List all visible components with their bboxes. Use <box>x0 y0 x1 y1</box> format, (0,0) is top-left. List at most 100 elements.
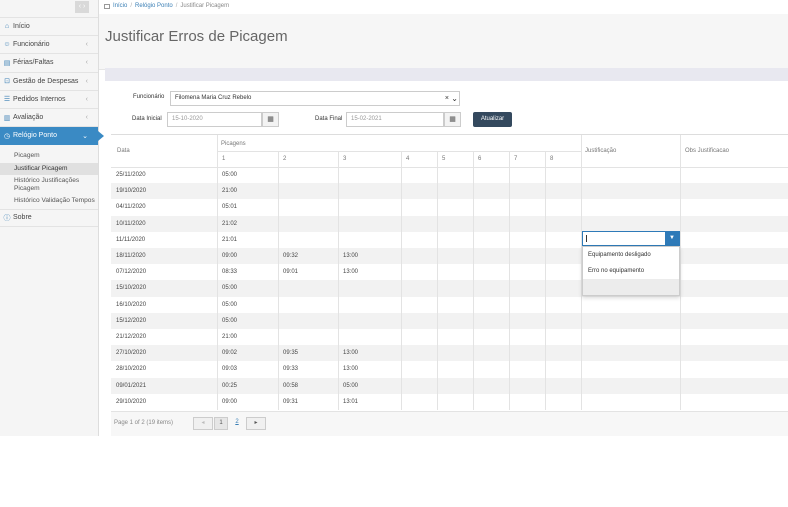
atualizar-button[interactable]: Atualizar <box>473 112 512 127</box>
pager-prev-button[interactable]: ◂ <box>193 417 213 430</box>
data-final-input[interactable]: 15-02-2021 <box>346 112 444 127</box>
pager-next-button[interactable]: ▸ <box>246 417 266 430</box>
cell-picagem[interactable]: 21:02 <box>217 216 278 232</box>
calendar-icon[interactable]: ▦ <box>262 112 279 127</box>
cell-picagem[interactable]: 13:00 <box>338 264 401 280</box>
cell-picagem[interactable]: 05:00 <box>217 280 278 296</box>
table-row[interactable]: 21/12/2020 21:00 <box>111 329 788 345</box>
header-obs[interactable]: Obs Justificacao <box>685 148 729 154</box>
chevron-down-icon[interactable]: ▼ <box>665 232 679 245</box>
header-data[interactable]: Data <box>117 148 130 154</box>
cell-picagem[interactable] <box>278 329 338 345</box>
table-row[interactable]: 16/10/2020 05:00 <box>111 297 788 313</box>
sidebar-item-gestao-despesas[interactable]: ⊡ Gestão de Despesas ‹ <box>0 73 98 91</box>
table-row[interactable]: 29/10/2020 09:00 09:31 13:01 <box>111 394 788 410</box>
cell-picagem[interactable]: 00:25 <box>217 378 278 394</box>
cell-picagem[interactable]: 09:01 <box>278 264 338 280</box>
table-row[interactable]: 28/10/2020 09:03 09:33 13:00 <box>111 361 788 377</box>
clear-icon[interactable]: × <box>445 92 449 105</box>
cell-picagem[interactable] <box>338 329 401 345</box>
pager-page-2[interactable]: 2 <box>231 417 243 430</box>
table-row[interactable]: 09/01/2021 00:25 00:58 05:00 <box>111 377 788 394</box>
data-inicial-input[interactable]: 15-10-2020 <box>167 112 262 127</box>
cell-date: 21/12/2020 <box>116 334 147 340</box>
cell-picagem[interactable] <box>278 167 338 183</box>
cell-picagem[interactable] <box>278 280 338 296</box>
table-row[interactable]: 15/12/2020 05:00 <box>111 312 788 329</box>
cell-picagem[interactable]: 09:00 <box>217 394 278 410</box>
table-row[interactable]: 27/10/2020 09:02 09:35 13:00 <box>111 345 788 362</box>
sidebar-item-ferias-faltas[interactable]: ▤ Férias/Faltas ‹ <box>0 54 98 73</box>
cell-picagem[interactable]: 05:01 <box>217 199 278 215</box>
cell-picagem[interactable]: 05:00 <box>217 313 278 329</box>
funcionario-select[interactable]: Filomena Maria Cruz Rebelo × ⌄ <box>170 91 460 106</box>
dropdown-option-erro-equipamento[interactable]: Erro no equipamento <box>583 263 679 279</box>
sidebar-collapse-button[interactable]: ‹ › <box>75 1 89 13</box>
table-row[interactable]: 07/12/2020 08:33 09:01 13:00 <box>111 264 788 280</box>
cell-picagem[interactable]: 09:02 <box>217 345 278 361</box>
table-row[interactable]: 10/11/2020 21:02 <box>111 215 788 232</box>
dropdown-option-empty[interactable] <box>583 279 679 295</box>
cell-picagem[interactable] <box>278 297 338 313</box>
sidebar-item-avaliacao[interactable]: ▥ Avaliação ‹ <box>0 109 98 128</box>
dropdown-option-equipamento-desligado[interactable]: Equipamento desligado <box>583 247 679 263</box>
cell-picagem[interactable]: 09:32 <box>278 248 338 264</box>
cell-picagem[interactable]: 13:01 <box>338 394 401 410</box>
cell-picagem[interactable] <box>338 280 401 296</box>
cell-picagem[interactable] <box>278 216 338 232</box>
home-icon: ⌂ <box>4 23 10 31</box>
cell-picagem[interactable] <box>278 183 338 199</box>
cell-picagem[interactable]: 13:00 <box>338 345 401 361</box>
clock-icon: ◷ <box>3 132 11 140</box>
table-row[interactable]: 04/11/2020 05:01 <box>111 199 788 215</box>
picagem-subheader: 4 <box>406 156 410 162</box>
table-row[interactable]: 18/11/2020 09:00 09:32 13:00 <box>111 248 788 265</box>
cell-picagem[interactable]: 08:33 <box>217 264 278 280</box>
cell-picagem[interactable]: 05:00 <box>217 167 278 183</box>
cell-picagem[interactable]: 05:00 <box>338 378 401 394</box>
submenu-item-historico-validacao[interactable]: Histórico Validação Tempos <box>0 195 98 208</box>
cell-picagem[interactable]: 09:00 <box>217 248 278 264</box>
table-row[interactable]: 25/11/2020 05:00 <box>111 167 788 183</box>
cell-picagem[interactable]: 13:00 <box>338 248 401 264</box>
header-justificacao[interactable]: Justificação <box>585 148 616 154</box>
cell-picagem[interactable] <box>338 167 401 183</box>
cell-picagem[interactable]: 13:00 <box>338 361 401 377</box>
breadcrumb-inicio[interactable]: Início <box>113 3 127 9</box>
sidebar-item-pedidos-internos[interactable]: ☰ Pedidos Internos ‹ <box>0 91 98 109</box>
sidebar-item-relogio-ponto[interactable]: ◷ Relógio Ponto ⌄ <box>0 127 104 146</box>
cell-picagem[interactable]: 21:01 <box>217 232 278 248</box>
table-row[interactable]: 15/10/2020 05:00 <box>111 280 788 297</box>
cell-picagem[interactable] <box>278 232 338 248</box>
sidebar-item-sobre[interactable]: ⓘ Sobre <box>0 208 98 227</box>
cell-picagem[interactable]: 21:00 <box>217 329 278 345</box>
pager-page-1[interactable]: 1 <box>214 417 228 430</box>
sidebar-item-funcionario[interactable]: ☺ Funcionário ‹ <box>0 36 98 55</box>
sidebar-item-inicio[interactable]: ⌂ Início <box>0 18 98 37</box>
cell-picagem[interactable]: 09:33 <box>278 361 338 377</box>
chevron-down-icon[interactable]: ⌄ <box>451 92 458 105</box>
table-row[interactable]: 19/10/2020 21:00 <box>111 183 788 200</box>
calendar-icon[interactable]: ▦ <box>444 112 461 127</box>
cell-picagem[interactable]: 21:00 <box>217 183 278 199</box>
cell-picagem[interactable] <box>338 183 401 199</box>
cell-picagem[interactable]: 09:03 <box>217 361 278 377</box>
cell-picagem[interactable]: 09:31 <box>278 394 338 410</box>
submenu-item-historico-justificacoes[interactable]: Histórico Justificações Picagem <box>0 175 86 195</box>
table-row[interactable]: 11/11/2020 21:01 <box>111 232 788 248</box>
cell-picagem[interactable] <box>338 216 401 232</box>
justificacao-combobox[interactable]: ▼ <box>582 231 680 246</box>
cell-picagem[interactable] <box>338 232 401 248</box>
cell-picagem[interactable] <box>338 297 401 313</box>
submenu-item-picagem[interactable]: Picagem <box>0 150 98 163</box>
cell-picagem[interactable]: 00:58 <box>278 378 338 394</box>
breadcrumb-relogio-ponto[interactable]: Relógio Ponto <box>135 3 173 9</box>
cell-picagem[interactable] <box>278 199 338 215</box>
cell-picagem[interactable]: 09:35 <box>278 345 338 361</box>
cell-picagem[interactable] <box>338 313 401 329</box>
cell-picagem[interactable]: 05:00 <box>217 297 278 313</box>
cell-picagem[interactable] <box>278 313 338 329</box>
submenu-item-justificar-picagem[interactable]: Justificar Picagem <box>0 162 98 176</box>
cell-picagem[interactable] <box>338 199 401 215</box>
breadcrumb: Início / Relógio Ponto / Justificar Pica… <box>104 3 229 9</box>
